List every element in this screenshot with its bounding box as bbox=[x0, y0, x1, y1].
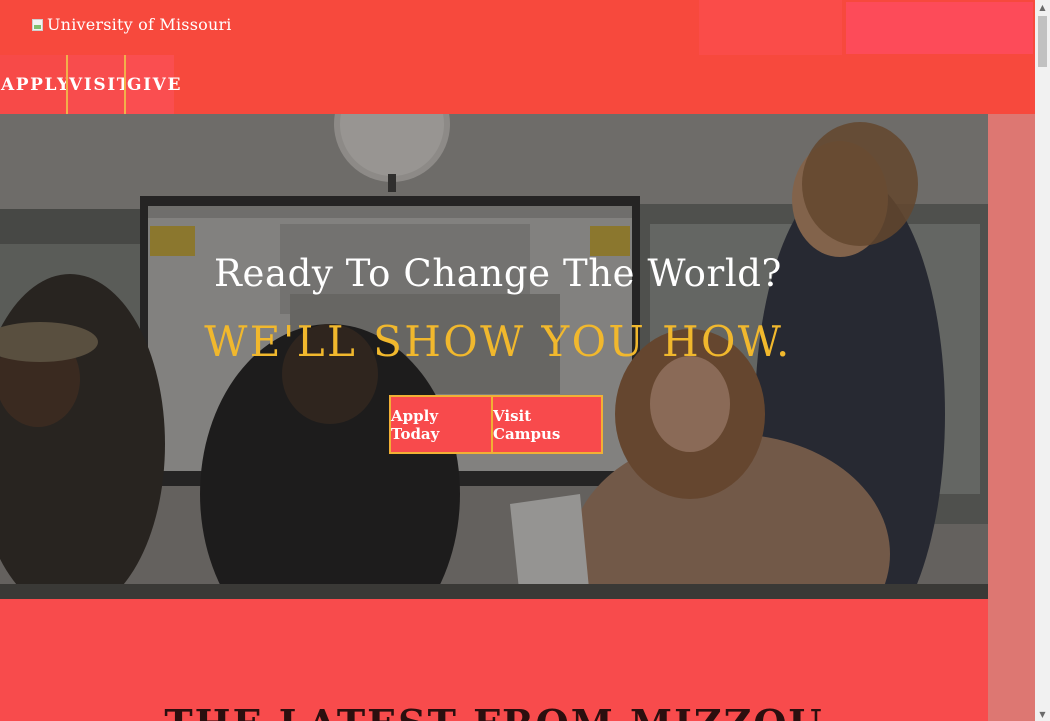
site-header: University of Missouri APPLY VISIT GIVE bbox=[0, 0, 1035, 114]
latest-heading: THE LATEST FROM MIZZOU bbox=[0, 701, 988, 721]
scrollbar-thumb[interactable] bbox=[1038, 16, 1047, 67]
chevron-down-icon[interactable]: ▼ bbox=[1035, 707, 1050, 721]
utility-button-1[interactable] bbox=[699, 0, 842, 55]
hero-section: Ready To Change The World? WE'LL SHOW YO… bbox=[0, 114, 988, 599]
logo-alt-text: University of Missouri bbox=[47, 15, 232, 34]
hero-tagline: WE'LL SHOW YOU HOW. bbox=[204, 317, 792, 366]
page-content: University of Missouri APPLY VISIT GIVE bbox=[0, 0, 1035, 721]
nav-item-visit[interactable]: VISIT bbox=[66, 55, 129, 114]
latest-section: THE LATEST FROM MIZZOU bbox=[0, 599, 988, 721]
hero-title: Ready To Change The World? bbox=[214, 252, 782, 295]
visit-campus-button[interactable]: Visit Campus bbox=[493, 395, 603, 454]
hero-buttons: Apply Today Visit Campus bbox=[389, 395, 603, 454]
page: University of Missouri APPLY VISIT GIVE bbox=[0, 0, 1050, 721]
broken-image-icon bbox=[31, 17, 45, 33]
side-strip bbox=[988, 114, 1035, 721]
logo-link[interactable]: University of Missouri bbox=[31, 15, 232, 34]
vertical-scrollbar[interactable]: ▲ ▼ bbox=[1035, 0, 1050, 721]
primary-nav: APPLY VISIT GIVE bbox=[0, 55, 180, 114]
utility-button-2[interactable] bbox=[846, 2, 1033, 54]
apply-today-button[interactable]: Apply Today bbox=[389, 395, 493, 454]
nav-item-apply[interactable]: APPLY bbox=[0, 55, 69, 114]
nav-item-give[interactable]: GIVE bbox=[124, 55, 180, 114]
chevron-up-icon[interactable]: ▲ bbox=[1035, 0, 1050, 14]
